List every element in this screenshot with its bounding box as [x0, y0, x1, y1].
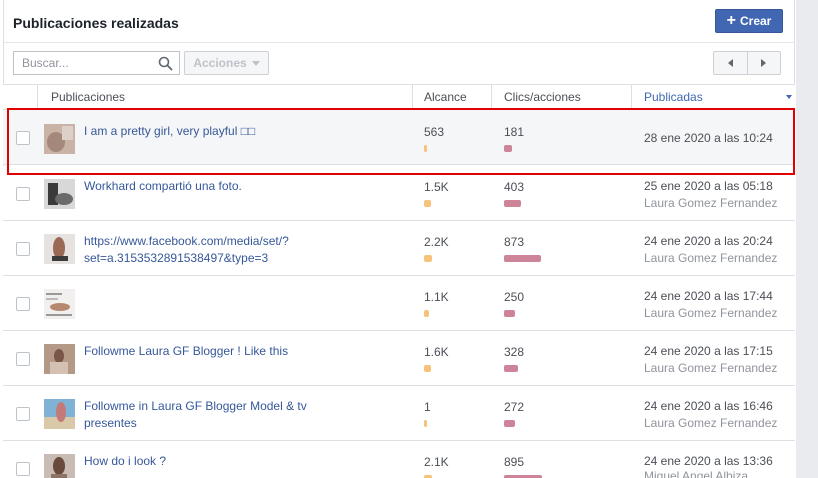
published-date: 25 ene 2020 a las 05:18 [644, 179, 773, 193]
author-name: Laura Gomez Fernandez [644, 196, 778, 210]
clicks-bar [504, 200, 521, 207]
column-divider [631, 85, 632, 109]
post-link[interactable]: https://www.facebook.com/media/set/?set=… [84, 233, 314, 267]
post-thumbnail[interactable] [44, 234, 75, 264]
search-box[interactable] [13, 51, 180, 75]
reach-value: 1 [424, 400, 431, 414]
arrow-right-icon [761, 59, 767, 67]
author-name: Laura Gomez Fernandez [644, 416, 778, 430]
search-input[interactable] [22, 56, 152, 70]
reach-bar [424, 310, 429, 317]
actions-dropdown[interactable]: Acciones [184, 51, 269, 75]
published-date: 24 ene 2020 a las 17:15 [644, 344, 773, 358]
table-row[interactable]: How do i look ? 2.1K 895 24 ene 2020 a l… [3, 441, 795, 478]
arrow-left-icon [727, 59, 733, 67]
author-name: Laura Gomez Fernandez [644, 306, 778, 320]
table-row[interactable]: 1.1K 250 24 ene 2020 a las 17:44 Laura G… [3, 276, 795, 331]
column-header-clicks[interactable]: Clics/acciones [504, 85, 581, 109]
table-row[interactable]: Followme in Laura GF Blogger Model & tv … [3, 386, 795, 441]
actions-label: Acciones [193, 56, 247, 70]
table-row[interactable]: Followme Laura GF Blogger ! Like this 1.… [3, 331, 795, 386]
published-date: 24 ene 2020 a las 17:44 [644, 289, 773, 303]
header-divider [3, 42, 795, 43]
post-link[interactable]: How do i look ? [84, 453, 314, 470]
post-thumbnail[interactable] [44, 179, 75, 209]
column-divider [37, 85, 38, 109]
reach-bar [424, 365, 431, 372]
post-thumbnail[interactable] [44, 399, 75, 429]
clicks-bar [504, 255, 541, 262]
reach-bar [424, 200, 431, 207]
reach-value: 1.6K [424, 345, 449, 359]
clicks-bar [504, 420, 515, 427]
plus-icon: + [726, 12, 736, 29]
reach-bar [424, 255, 432, 262]
column-divider [412, 85, 413, 109]
post-thumbnail[interactable] [44, 454, 75, 478]
search-icon[interactable] [158, 56, 173, 74]
post-link[interactable]: Followme in Laura GF Blogger Model & tv … [84, 398, 314, 432]
pagination [713, 51, 781, 75]
reach-value: 2.2K [424, 235, 449, 249]
column-header-reach[interactable]: Alcance [424, 85, 467, 109]
clicks-value: 250 [504, 290, 525, 304]
clicks-bar [504, 310, 515, 317]
table-row[interactable]: https://www.facebook.com/media/set/?set=… [3, 221, 795, 276]
row-checkbox[interactable] [16, 407, 30, 421]
reach-value: 2.1K [424, 455, 449, 469]
column-divider [491, 85, 492, 109]
author-name: Laura Gomez Fernandez [644, 251, 778, 265]
create-button[interactable]: + Crear [715, 9, 783, 33]
reach-value: 1.1K [424, 290, 449, 304]
clicks-bar [504, 365, 518, 372]
create-button-label: Crear [739, 14, 772, 28]
page-background [796, 0, 818, 478]
next-page-button[interactable] [746, 52, 781, 74]
author-name: Laura Gomez Fernandez [644, 361, 778, 375]
published-date: 24 ene 2020 a las 20:24 [644, 234, 773, 248]
published-date: 24 ene 2020 a las 16:46 [644, 399, 773, 413]
clicks-value: 272 [504, 400, 525, 414]
post-thumbnail[interactable] [44, 344, 75, 374]
clicks-value: 403 [504, 180, 525, 194]
author-name: Miguel Angel Albiza [644, 469, 749, 478]
reach-value: 1.5K [424, 180, 449, 194]
column-header-posts[interactable]: Publicaciones [51, 85, 125, 109]
table-header: Publicaciones Alcance Clics/acciones Pub… [3, 84, 795, 110]
row-checkbox[interactable] [16, 297, 30, 311]
row-checkbox[interactable] [16, 462, 30, 476]
page-title: Publicaciones realizadas [13, 15, 179, 31]
row-checkbox[interactable] [16, 187, 30, 201]
clicks-value: 895 [504, 455, 525, 469]
post-link[interactable]: Workhard compartió una foto. [84, 178, 314, 195]
reach-bar [424, 420, 427, 427]
clicks-value: 328 [504, 345, 525, 359]
post-link[interactable]: Followme Laura GF Blogger ! Like this [84, 343, 314, 360]
column-header-published[interactable]: Publicadas [644, 85, 703, 109]
sort-descending-icon[interactable] [786, 95, 792, 99]
selection-highlight-box [7, 108, 795, 175]
previous-page-button[interactable] [714, 52, 747, 74]
row-checkbox[interactable] [16, 352, 30, 366]
post-thumbnail[interactable] [44, 289, 75, 319]
row-checkbox[interactable] [16, 242, 30, 256]
chevron-down-icon [251, 60, 260, 66]
clicks-value: 873 [504, 235, 525, 249]
